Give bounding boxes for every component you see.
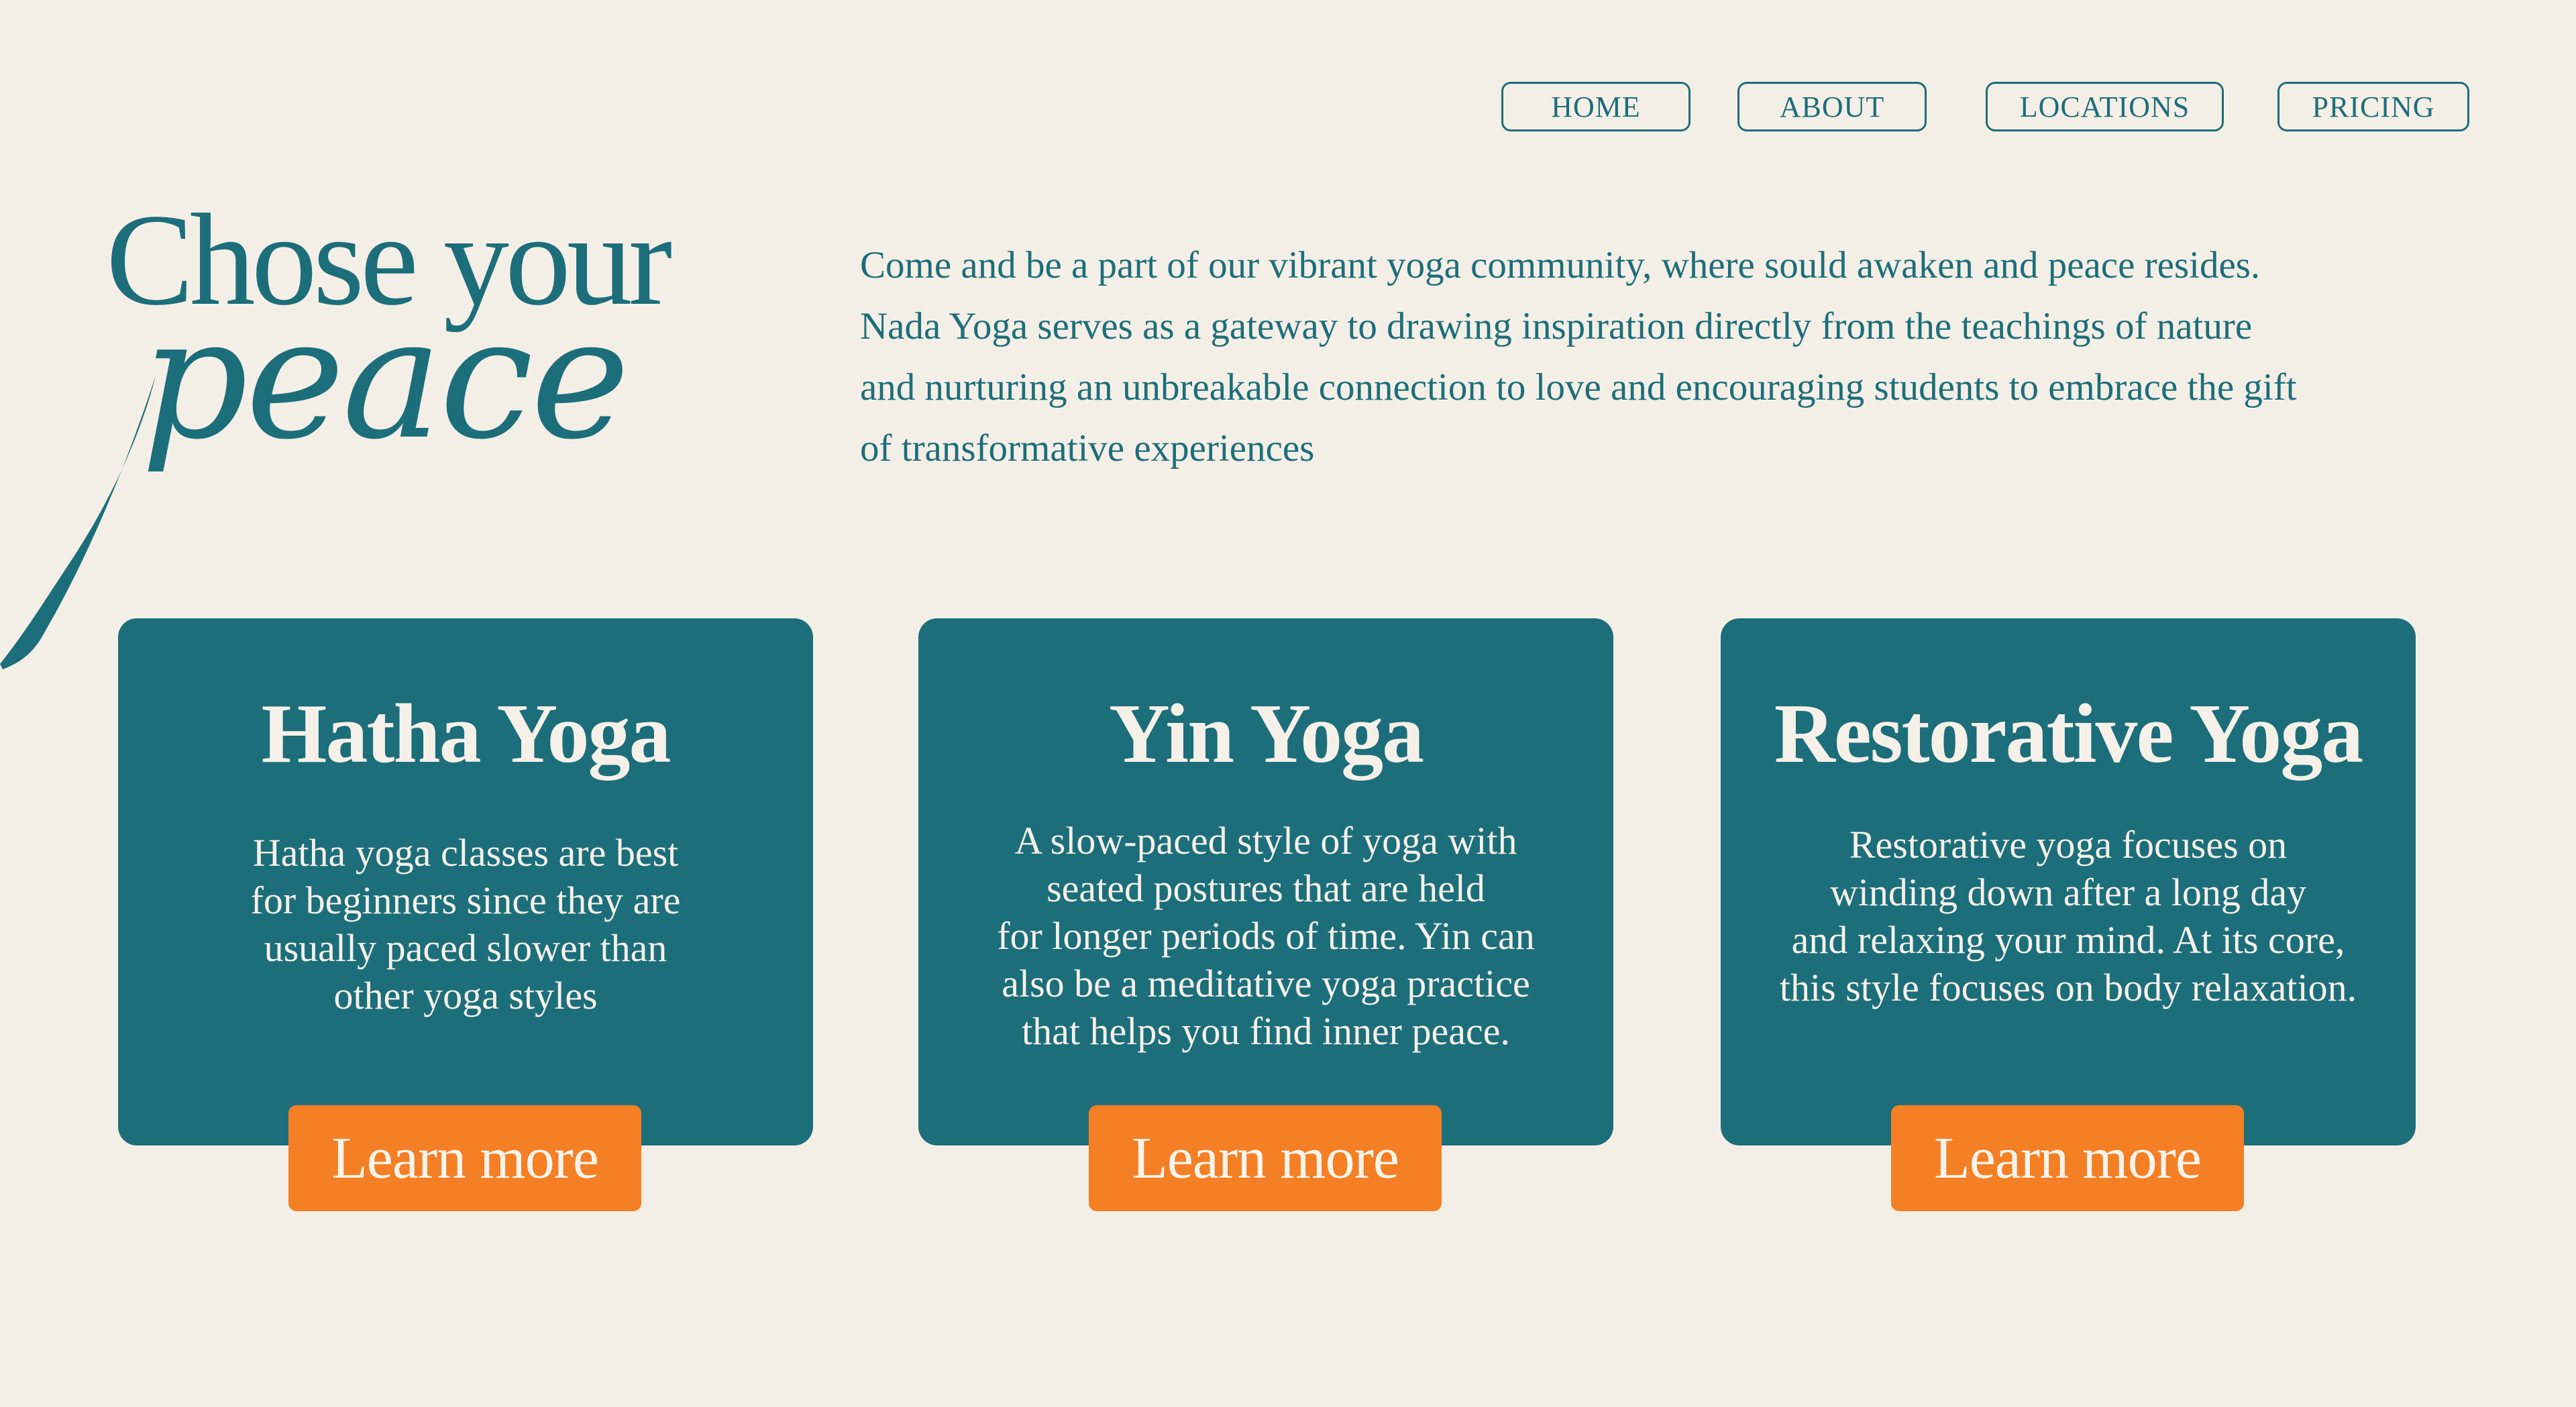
card-description-line: Hatha yoga classes are best: [252, 831, 679, 875]
card-description-line: A slow-paced style of yoga with: [1014, 819, 1517, 862]
hero-description: Come and be a part of our vibrant yoga c…: [860, 244, 2297, 469]
nav-home-button[interactable]: HOME: [1501, 82, 1690, 131]
nav-about-button[interactable]: ABOUT: [1737, 82, 1927, 131]
nav-pricing-button[interactable]: PRICING: [2277, 82, 2469, 131]
card-description-line: this style focuses on body relaxation.: [1779, 966, 2357, 1009]
card-title: Yin Yoga: [1108, 687, 1424, 781]
card-description-line: seated postures that are held: [1046, 866, 1485, 910]
card-title: Restorative Yoga: [1774, 687, 2364, 781]
card-title: Hatha Yoga: [261, 687, 672, 781]
card-description: Hatha yoga classes are best for beginner…: [158, 829, 773, 1019]
card-description: Restorative yoga focuses on winding down…: [1761, 821, 2375, 1011]
card-description-line: Restorative yoga focuses on: [1849, 823, 2288, 866]
card-description: A slow-paced style of yoga with seated p…: [959, 817, 1573, 1055]
card-description-line: and relaxing your mind. At its core,: [1791, 918, 2345, 962]
card-yin-yoga: Yin Yoga A slow-paced style of yoga with…: [918, 618, 1613, 1145]
card-description-line: also be a meditative yoga practice: [1002, 962, 1530, 1005]
learn-more-restorative-button[interactable]: Learn more: [1891, 1105, 2244, 1211]
card-description-line: for longer periods of time. Yin can: [997, 914, 1535, 958]
card-restorative-yoga: Restorative Yoga Restorative yoga focuse…: [1721, 618, 2416, 1145]
card-description-line: usually paced slower than: [264, 926, 667, 970]
card-description-line: winding down after a long day: [1829, 870, 2307, 914]
card-description-line: other yoga styles: [333, 974, 598, 1017]
learn-more-yin-button[interactable]: Learn more: [1089, 1105, 1442, 1211]
card-description-line: for beginners since they are: [250, 879, 681, 922]
card-description-line: that helps you find inner peace.: [1022, 1009, 1510, 1053]
card-hatha-yoga: Hatha Yoga Hatha yoga classes are best f…: [118, 618, 813, 1145]
hero-script-word: peace: [141, 281, 630, 476]
learn-more-hatha-button[interactable]: Learn more: [288, 1105, 641, 1211]
nav-locations-button[interactable]: LOCATIONS: [1986, 82, 2224, 131]
